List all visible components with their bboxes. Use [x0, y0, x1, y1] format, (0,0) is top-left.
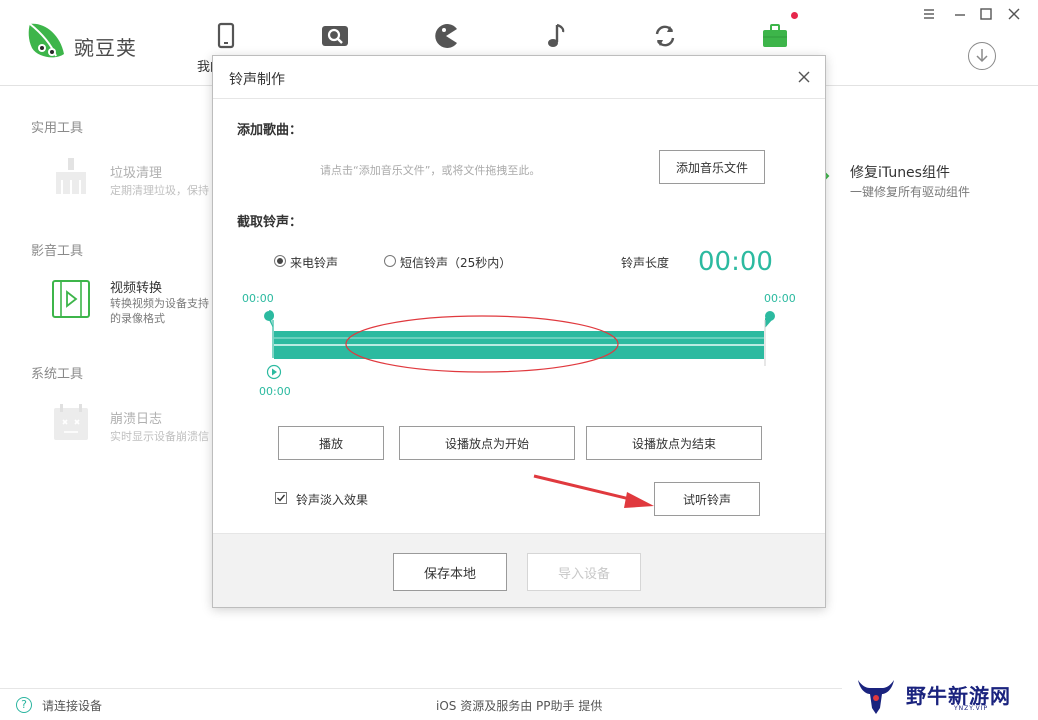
phone-icon[interactable] [212, 22, 240, 50]
tool-junk-clean-desc: 定期清理垃圾，保持 [110, 184, 209, 197]
tool-repair-itunes-name[interactable]: 修复iTunes组件 [850, 162, 950, 182]
waveform-track[interactable] [253, 306, 783, 384]
section-media-title: 影音工具 [31, 244, 84, 259]
close-icon[interactable] [797, 70, 811, 84]
crash-log-icon[interactable] [50, 402, 92, 444]
length-label: 铃声长度 [621, 256, 670, 270]
tool-repair-itunes-desc: 一键修复所有驱动组件 [850, 185, 971, 199]
save-local-button[interactable]: 保存本地 [393, 553, 507, 591]
fade-in-label[interactable]: 铃声淡入效果 [296, 491, 368, 508]
length-value: 00:00 [698, 247, 773, 277]
search-icon[interactable] [321, 22, 349, 50]
pacman-icon[interactable] [432, 22, 460, 50]
maximize-icon[interactable] [978, 6, 994, 22]
tool-video-convert-desc: 转换视频为设备支持的录像格式 [110, 297, 209, 325]
app-name: 豌豆荚 [74, 36, 137, 60]
sync-icon[interactable] [651, 22, 679, 50]
notification-badge [791, 12, 798, 19]
fade-in-checkbox[interactable] [275, 492, 287, 504]
radio-call-ringtone[interactable] [274, 255, 286, 267]
watermark-sub: YNZY.VIP [954, 705, 989, 712]
pea-logo [28, 23, 64, 58]
help-icon[interactable]: ? [16, 697, 32, 713]
set-start-button[interactable]: 设播放点为开始 [399, 426, 575, 460]
add-music-file-button[interactable]: 添加音乐文件 [659, 150, 765, 184]
import-device-button[interactable]: 导入设备 [527, 553, 641, 591]
section-system-title: 系统工具 [31, 367, 84, 382]
play-time-label: 00:00 [259, 385, 291, 398]
tool-video-convert-name[interactable]: 视频转换 [110, 277, 162, 296]
radio-sms-label[interactable]: 短信铃声（25秒内） [400, 254, 511, 271]
drop-hint: 请点击“添加音乐文件”，或将文件拖拽至此。 [320, 164, 541, 177]
radio-call-label[interactable]: 来电铃声 [290, 254, 338, 271]
tool-junk-clean-name[interactable]: 垃圾清理 [110, 162, 162, 181]
bull-logo-icon [858, 680, 894, 714]
start-time-label: 00:00 [242, 292, 274, 305]
play-button[interactable]: 播放 [278, 426, 384, 460]
download-button[interactable] [968, 42, 996, 70]
dialog-header: 铃声制作 [213, 56, 825, 99]
footer-provider-text: iOS 资源及服务由 PP助手 提供 [436, 699, 603, 713]
annotation-arrow [533, 474, 654, 508]
close-window-icon[interactable] [1006, 6, 1022, 22]
menu-icon[interactable] [921, 6, 937, 22]
toolbox-icon[interactable] [761, 22, 789, 50]
set-end-button[interactable]: 设播放点为结束 [586, 426, 762, 460]
tool-crash-log-name[interactable]: 崩溃日志 [110, 408, 162, 427]
dialog-title: 铃声制作 [229, 72, 285, 88]
broom-icon[interactable] [50, 156, 92, 198]
connection-status: 请连接设备 [42, 699, 103, 713]
watermark: 野牛新游网 YNZY.VIP [842, 672, 1038, 720]
music-icon[interactable] [541, 22, 569, 50]
end-time-label: 00:00 [764, 292, 796, 305]
radio-sms-ringtone[interactable] [384, 255, 396, 267]
add-song-label: 添加歌曲： [237, 123, 303, 138]
minimize-icon[interactable] [952, 6, 968, 22]
ringtone-dialog: 铃声制作 添加歌曲： 请点击“添加音乐文件”，或将文件拖拽至此。 添加音乐文件 … [212, 55, 826, 608]
cut-ringtone-label: 截取铃声： [237, 215, 303, 230]
section-practical-title: 实用工具 [31, 121, 84, 136]
tool-crash-log-desc: 实时显示设备崩溃信 [110, 430, 209, 443]
dialog-footer: 保存本地 导入设备 [213, 533, 825, 607]
download-arrow-icon [976, 49, 988, 63]
preview-ringtone-button[interactable]: 试听铃声 [654, 482, 760, 516]
video-convert-icon[interactable] [50, 278, 92, 320]
